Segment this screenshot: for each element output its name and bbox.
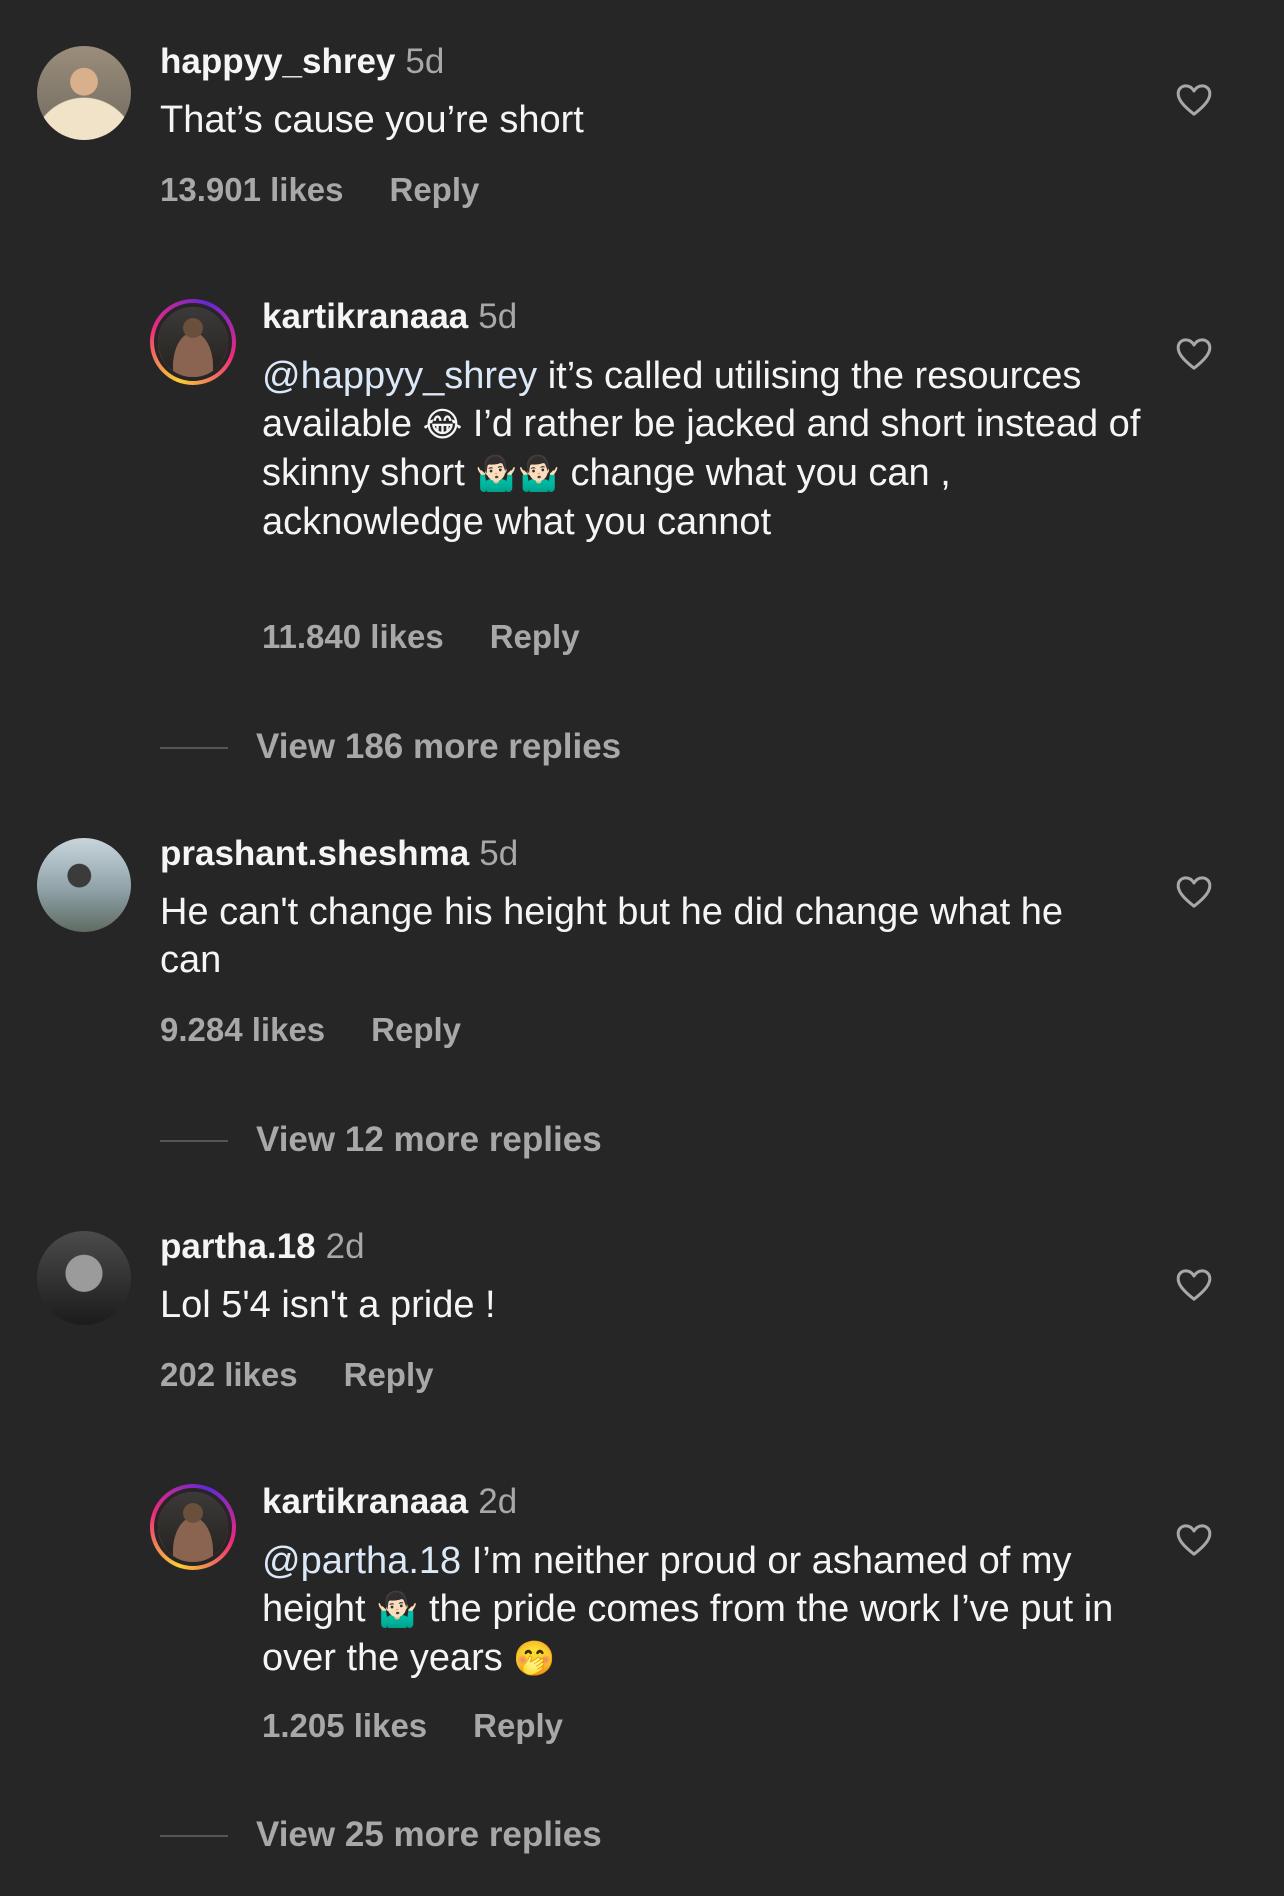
heart-icon[interactable]	[1174, 334, 1214, 374]
mention-link[interactable]: @happyy_shrey	[262, 355, 537, 397]
timestamp: 5d	[478, 297, 518, 336]
like-count[interactable]: 13.901 likes	[160, 171, 344, 208]
divider	[160, 747, 228, 749]
comment-meta: 1.205 likes Reply	[262, 1706, 563, 1746]
laughing-emoji: 😂	[422, 405, 463, 445]
reply-button[interactable]: Reply	[490, 618, 580, 655]
shrug-emoji: 🤷🏻‍♂️	[376, 1590, 419, 1630]
view-more-replies[interactable]: View 25 more replies	[160, 1815, 860, 1855]
comment-text: Lol 5'4 isn't a pride !	[160, 1284, 496, 1326]
divider	[160, 1140, 228, 1142]
reply-button[interactable]: Reply	[473, 1707, 563, 1744]
username[interactable]: kartikranaaa	[262, 1482, 468, 1521]
mention-link[interactable]: @partha.18	[262, 1540, 461, 1582]
username[interactable]: partha.18	[160, 1227, 316, 1266]
username[interactable]: happyy_shrey	[160, 42, 395, 81]
avatar-photo	[158, 1492, 228, 1562]
avatar[interactable]	[37, 1231, 131, 1325]
heart-icon[interactable]	[1174, 1520, 1214, 1560]
view-more-label[interactable]: View 25 more replies	[256, 1815, 602, 1855]
timestamp: 2d	[325, 1227, 365, 1266]
avatar-photo	[37, 838, 131, 932]
comment-text: He can't change his height but he did ch…	[160, 891, 1064, 981]
heart-icon[interactable]	[1174, 872, 1214, 912]
avatar[interactable]	[37, 46, 131, 140]
reply-button[interactable]: Reply	[371, 1011, 461, 1048]
comment-meta: 202 likes Reply	[160, 1355, 434, 1395]
reply-button[interactable]: Reply	[390, 171, 480, 208]
username[interactable]: prashant.sheshma	[160, 834, 469, 873]
story-ring-avatar[interactable]	[150, 1484, 236, 1570]
comment-header: kartikranaaa 2d	[262, 1480, 517, 1524]
heart-icon[interactable]	[1174, 80, 1214, 120]
comment-header: partha.18 2d	[160, 1225, 365, 1269]
comment-header: kartikranaaa 5d	[262, 295, 517, 339]
username[interactable]: kartikranaaa	[262, 297, 468, 336]
comment-header: prashant.sheshma 5d	[160, 832, 518, 876]
avatar-photo	[37, 1231, 131, 1325]
comment-text: That’s cause you’re short	[160, 99, 584, 141]
like-count[interactable]: 1.205 likes	[262, 1707, 427, 1744]
timestamp: 5d	[479, 834, 519, 873]
view-more-label[interactable]: View 12 more replies	[256, 1120, 602, 1160]
comment-header: happyy_shrey 5d	[160, 40, 444, 84]
view-more-replies[interactable]: View 186 more replies	[160, 727, 860, 767]
story-ring-avatar[interactable]	[150, 299, 236, 385]
reply-button[interactable]: Reply	[344, 1356, 434, 1393]
like-count[interactable]: 9.284 likes	[160, 1011, 325, 1048]
timestamp: 5d	[405, 42, 445, 81]
view-more-label[interactable]: View 186 more replies	[256, 727, 621, 767]
comment-text: @happyy_shrey it’s called utilising the …	[262, 352, 1142, 546]
comment-meta: 11.840 likes Reply	[262, 617, 580, 657]
like-count[interactable]: 202 likes	[160, 1356, 298, 1393]
like-count[interactable]: 11.840 likes	[262, 618, 444, 655]
divider	[160, 1835, 228, 1837]
view-more-replies[interactable]: View 12 more replies	[160, 1120, 860, 1160]
avatar-photo	[158, 307, 228, 377]
avatar[interactable]	[37, 838, 131, 932]
heart-icon[interactable]	[1174, 1265, 1214, 1305]
hand-over-mouth-emoji: 🤭	[513, 1639, 556, 1679]
comment-text: @partha.18 I’m neither proud or ashamed …	[262, 1537, 1142, 1683]
avatar-photo	[37, 46, 131, 140]
shrug-emoji: 🤷🏻‍♂️🤷🏻‍♂️	[475, 454, 560, 494]
comment-meta: 13.901 likes Reply	[160, 170, 479, 210]
comment-meta: 9.284 likes Reply	[160, 1010, 461, 1050]
timestamp: 2d	[478, 1482, 518, 1521]
